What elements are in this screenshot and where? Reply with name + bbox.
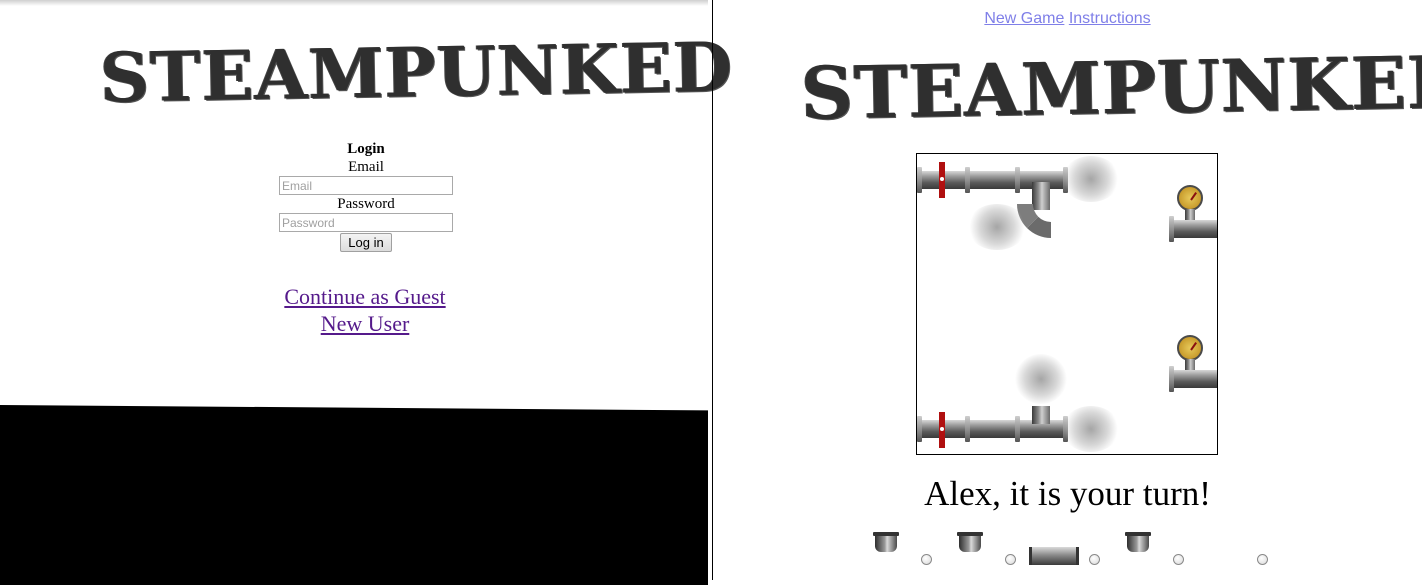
- new-game-link[interactable]: New Game: [984, 10, 1064, 27]
- pipe-flange: [1169, 216, 1174, 242]
- unrendered-black-region: [0, 405, 708, 585]
- piece-select-radio[interactable]: [1089, 554, 1100, 565]
- login-form: Login Email Password Log in: [279, 140, 453, 252]
- tee-pipe-up: [1032, 406, 1050, 424]
- new-user-link[interactable]: New User: [230, 310, 500, 337]
- cap-icon[interactable]: [873, 532, 899, 552]
- piece-select-radio[interactable]: [1173, 554, 1184, 565]
- cap-icon[interactable]: [1125, 532, 1151, 552]
- top-nav: New Game Instructions: [713, 10, 1422, 28]
- steampunked-logo: STEAMPUNKED: [800, 38, 1422, 136]
- steam-leak-icon: [967, 204, 1027, 250]
- steampunked-logo: STEAMPUNKED: [99, 27, 734, 119]
- valve-handle-icon[interactable]: [939, 162, 945, 198]
- pipe-flange: [1169, 366, 1174, 392]
- email-label: Email: [348, 159, 384, 175]
- continue-as-guest-link[interactable]: Continue as Guest: [230, 283, 500, 310]
- sink-pipe-bottom: [1169, 370, 1217, 388]
- piece-select-radio[interactable]: [1257, 554, 1268, 565]
- window-top-edge: [0, 0, 708, 6]
- cap-icon[interactable]: [957, 532, 983, 552]
- pressure-gauge-icon: [1177, 185, 1203, 211]
- sink-pipe-top: [1169, 220, 1217, 238]
- straight-pipe-icon[interactable]: [1029, 547, 1079, 565]
- login-links: Continue as Guest New User: [230, 283, 500, 337]
- email-field[interactable]: [279, 176, 453, 195]
- steam-leak-icon: [1062, 156, 1120, 202]
- game-screenshot: New Game Instructions STEAMPUNKED Alex, …: [713, 0, 1422, 585]
- pipe-flange: [965, 416, 970, 442]
- password-field[interactable]: [279, 213, 453, 232]
- valve-handle-icon[interactable]: [939, 412, 945, 448]
- piece-select-radio[interactable]: [921, 554, 932, 565]
- steam-leak-icon: [1015, 354, 1067, 404]
- login-heading: Login: [347, 141, 385, 157]
- steam-leak-icon: [1062, 406, 1120, 452]
- piece-select-radio[interactable]: [1005, 554, 1016, 565]
- pipe-flange: [917, 416, 922, 442]
- pressure-gauge-icon: [1177, 335, 1203, 361]
- login-button[interactable]: Log in: [340, 233, 392, 252]
- instructions-link[interactable]: Instructions: [1069, 10, 1151, 27]
- password-label: Password: [337, 196, 395, 212]
- pipe-flange: [917, 167, 922, 193]
- pipe-flange: [965, 167, 970, 193]
- pipe-flange: [1015, 167, 1020, 193]
- login-screenshot: STEAMPUNKED Login Email Password Log in …: [0, 0, 734, 585]
- turn-message: Alex, it is your turn!: [924, 474, 1211, 513]
- piece-palette: [713, 525, 1422, 575]
- game-board[interactable]: [916, 153, 1218, 455]
- pipe-flange: [1015, 416, 1020, 442]
